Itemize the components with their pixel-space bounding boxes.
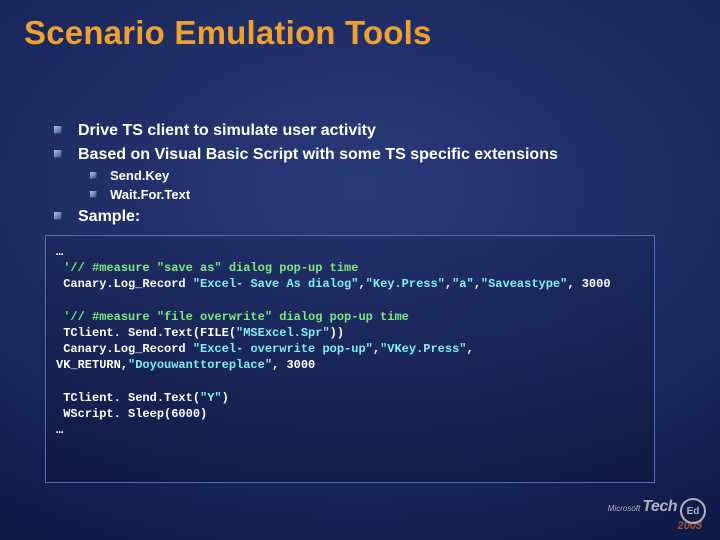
- code-string: "Doyouwanttoreplace": [128, 358, 272, 372]
- code-text: Canary.Log_Record: [56, 342, 193, 356]
- code-text: ,: [474, 277, 481, 291]
- code-comment: '// #measure "save as" dialog pop-up tim…: [56, 261, 358, 275]
- bullet-l1: Drive TS client to simulate user activit…: [54, 120, 680, 142]
- code-string: "Excel- Save As dialog": [193, 277, 359, 291]
- code-sample-box: … '// #measure "save as" dialog pop-up t…: [45, 235, 655, 483]
- code-string: "Y": [200, 391, 222, 405]
- code-text: ): [222, 391, 229, 405]
- bullet-l1: Sample:: [54, 206, 680, 228]
- slide-title: Scenario Emulation Tools: [24, 14, 432, 52]
- code-text: TClient. Send.Text(FILE(: [56, 326, 236, 340]
- code-string: "Key.Press": [366, 277, 445, 291]
- code-string: "Excel- overwrite pop-up": [193, 342, 373, 356]
- code-ellipsis: …: [56, 245, 63, 259]
- code-text: ,: [373, 342, 380, 356]
- teched-logo: Microsoft Tech Ed 2005: [608, 495, 706, 532]
- code-text: )): [330, 326, 344, 340]
- code-text: , 3000: [272, 358, 315, 372]
- logo-microsoft: Microsoft: [608, 504, 640, 513]
- code-text: Canary.Log_Record: [56, 277, 193, 291]
- code-text: TClient. Send.Text(: [56, 391, 200, 405]
- code-string: "Saveastype": [481, 277, 567, 291]
- logo-ed-circle: Ed: [680, 498, 706, 524]
- bullet-l2: Send.Key: [90, 167, 680, 185]
- code-text: ,: [445, 277, 452, 291]
- code-text: , 3000: [567, 277, 610, 291]
- bullet-l2: Wait.For.Text: [90, 186, 680, 204]
- code-text: WScript. Sleep(6000): [56, 407, 207, 421]
- code-text: ,: [358, 277, 365, 291]
- bullet-list: Drive TS client to simulate user activit…: [54, 120, 680, 229]
- code-string: "a": [452, 277, 474, 291]
- slide: Scenario Emulation Tools Drive TS client…: [0, 0, 720, 540]
- bullet-l1: Based on Visual Basic Script with some T…: [54, 144, 680, 166]
- logo-tech: Tech: [642, 498, 677, 516]
- code-comment: '// #measure "file overwrite" dialog pop…: [56, 310, 409, 324]
- code-string: "MSExcel.Spr": [236, 326, 330, 340]
- code-string: "VKey.Press": [380, 342, 466, 356]
- code-sample: … '// #measure "save as" dialog pop-up t…: [56, 244, 644, 438]
- code-ellipsis: …: [56, 423, 63, 437]
- logo-top-row: Microsoft Tech Ed: [608, 495, 706, 521]
